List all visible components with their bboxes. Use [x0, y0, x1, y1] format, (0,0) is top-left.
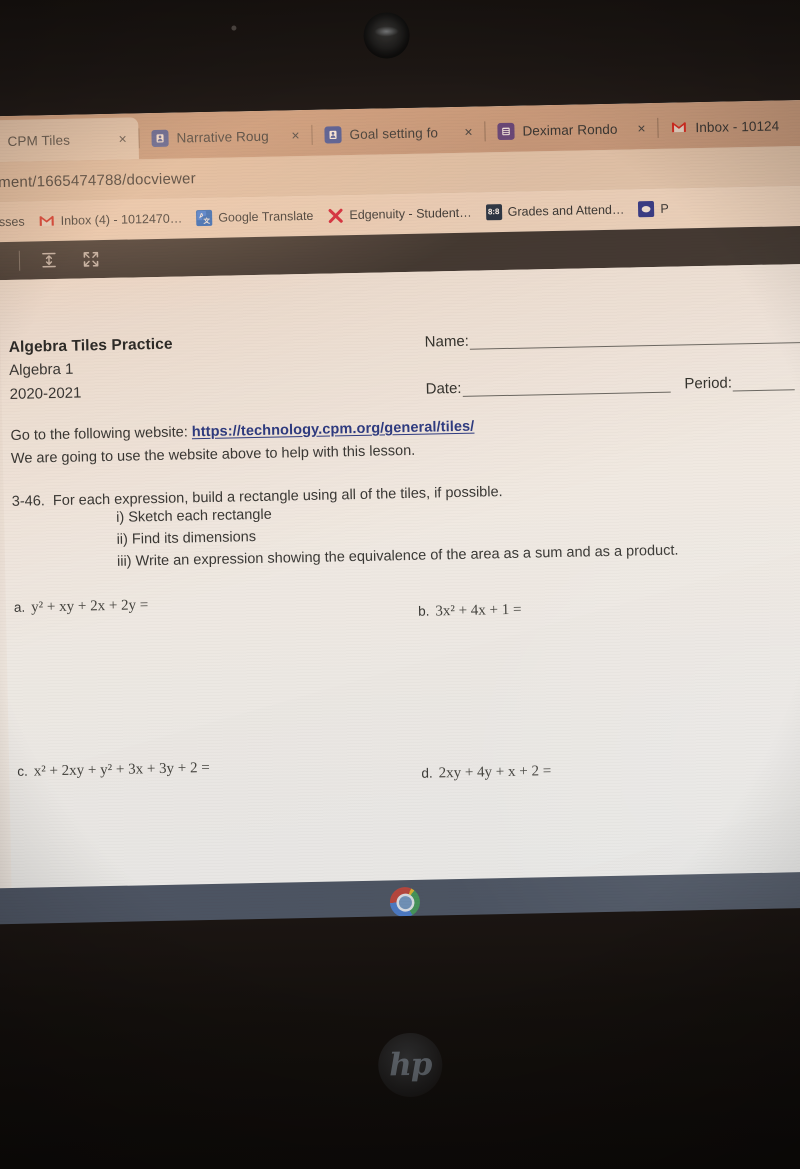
cpm-tiles-link[interactable]: https://technology.cpm.org/general/tiles… — [192, 419, 475, 441]
bezel-indicator-dot — [231, 25, 237, 31]
period-label: Period: — [684, 374, 733, 393]
bookmark-label: P — [660, 201, 669, 216]
webcam-icon — [363, 12, 411, 59]
bookmark-extra[interactable]: P — [638, 200, 669, 218]
edgenuity-icon — [327, 207, 343, 223]
browser-tab-title: Narrative Roug — [176, 128, 269, 146]
expression-b-label: b. — [417, 603, 430, 619]
browser-tab-title: CPM Tiles — [7, 132, 71, 149]
expression-c: c. x² + 2xy + y² + 3x + 3y + 2 = — [17, 760, 210, 781]
browser-tab-narrative-rough[interactable]: Narrative Roug × — [139, 114, 312, 159]
bookmark-label: Edgenuity - Student… — [349, 205, 472, 223]
browser-tab-deximar-rondo[interactable]: Deximar Rondo × — [485, 107, 658, 152]
student-info-fields: Name: Date: Period: — [425, 326, 800, 398]
bookmark-label: Grades and Attend… — [507, 202, 625, 219]
chrome-icon[interactable] — [389, 886, 421, 918]
tab-close-icon[interactable]: × — [114, 130, 130, 147]
translate-icon: A 文 — [196, 209, 213, 227]
browser-tab-inbox[interactable]: Inbox - 10124 — [658, 103, 800, 148]
browser-tab-goal-setting[interactable]: Goal setting fo × — [312, 110, 485, 155]
expression-b-text: 3x² + 4x + 1 = — [435, 601, 522, 620]
date-label: Date: — [425, 379, 462, 398]
omnibox-url-text: achment/1665474788/docviewer — [0, 169, 196, 192]
google-docs-favicon — [151, 129, 169, 147]
problem-number: 3-46. — [11, 493, 46, 510]
expression-a: a. y² + xy + 2x + 2y = — [14, 597, 149, 617]
google-slides-favicon — [497, 122, 515, 140]
problem-3-46: 3-46. For each expression, build a recta… — [12, 479, 773, 575]
sidebar-toggle-icon[interactable] — [0, 249, 3, 274]
tab-close-icon[interactable]: × — [460, 124, 476, 140]
bookmark-edgenuity[interactable]: Edgenuity - Student… — [327, 205, 472, 224]
expression-a-text: y² + xy + 2x + 2y = — [31, 597, 149, 616]
browser-tab-cpm-tiles[interactable]: CPM Tiles × — [0, 117, 139, 163]
expression-c-text: x² + 2xy + y² + 3x + 3y + 2 = — [33, 760, 210, 780]
date-input-rule[interactable] — [462, 377, 671, 397]
svg-text:文: 文 — [202, 216, 210, 225]
gmail-icon — [39, 213, 55, 229]
browser-tab-title: Inbox - 10124 — [695, 117, 780, 135]
google-docs-favicon — [324, 125, 342, 144]
school-year: 2020-2021 — [9, 384, 82, 403]
website-instruction: Go to the following website: https://tec… — [10, 419, 474, 444]
page-title: Algebra Tiles Practice — [8, 335, 173, 356]
grades-icon-glyph: 8:8 — [487, 207, 500, 217]
expression-d-text: 2xy + 4y + x + 2 = — [438, 763, 552, 782]
bookmark-label: Inbox (4) - 1012470… — [60, 211, 183, 228]
fit-to-page-icon[interactable] — [36, 248, 62, 273]
expression-d: d. 2xy + 4y + x + 2 = — [421, 763, 551, 783]
laptop-screen: CPM Tiles × Narrative Roug × Goal settin… — [0, 99, 800, 935]
document-header: Algebra Tiles Practice Algebra 1 2020-20… — [8, 333, 173, 406]
website-prefix: Go to the following website: — [10, 424, 188, 444]
period-input-rule[interactable] — [732, 375, 796, 392]
expression-d-label: d. — [421, 765, 433, 781]
laptop-bottom-bezel: hp — [0, 906, 800, 1169]
tab-close-icon[interactable]: × — [287, 127, 303, 143]
expression-b: b. 3x² + 4x + 1 = — [418, 602, 522, 621]
toolbar-divider — [18, 250, 21, 271]
name-label: Name: — [424, 332, 470, 351]
tab-close-icon[interactable]: × — [633, 120, 649, 136]
gmail-favicon — [670, 119, 687, 136]
course-name: Algebra 1 — [9, 360, 74, 380]
hp-logo: hp — [377, 1032, 443, 1098]
grades-icon: 8:8 — [485, 204, 502, 221]
bookmark-google-translate[interactable]: A 文 Google Translate — [196, 208, 314, 227]
expression-c-label: c. — [17, 763, 28, 779]
browser-tab-title: Goal setting fo — [349, 124, 439, 142]
browser-tab-title: Deximar Rondo — [522, 121, 618, 139]
fullscreen-icon[interactable] — [78, 247, 104, 272]
expression-a-label: a. — [13, 599, 26, 615]
laptop-photo: CPM Tiles × Narrative Roug × Goal settin… — [0, 0, 800, 1169]
bookmark-label: Google Translate — [218, 208, 314, 225]
bookmark-grades-and-attendance[interactable]: 8:8 Grades and Attend… — [485, 202, 625, 221]
bookmark-classes[interactable]: Classes — [0, 215, 25, 230]
bookmark-inbox[interactable]: Inbox (4) - 1012470… — [39, 210, 183, 229]
bookmark-label: Classes — [0, 214, 25, 230]
document-page: Algebra Tiles Practice Algebra 1 2020-20… — [0, 263, 800, 935]
bookmark-icon — [638, 200, 655, 218]
website-note: We are going to use the website above to… — [10, 442, 416, 467]
